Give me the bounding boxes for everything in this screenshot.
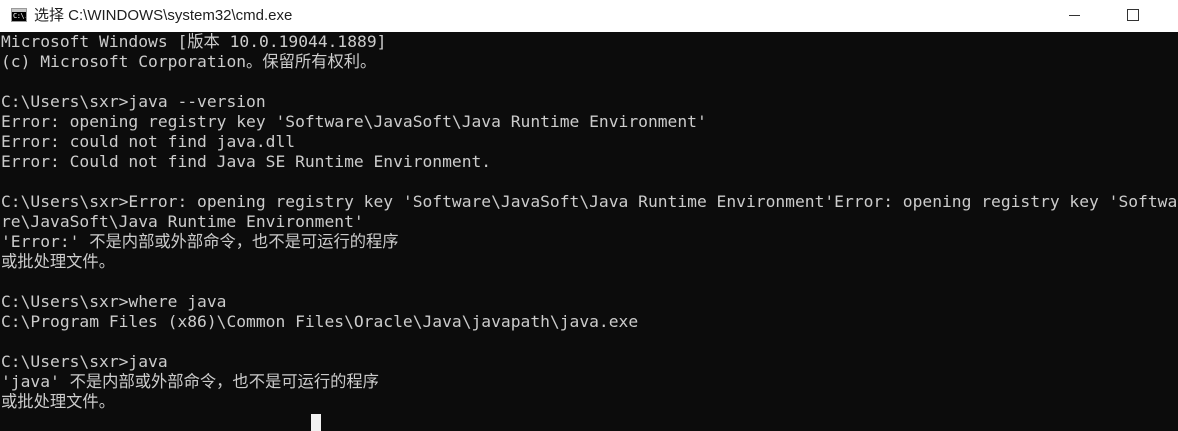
console-line: C:\Users\sxr>java --version (1, 92, 266, 111)
console-line: Error: opening registry key 'Software\Ja… (1, 112, 707, 131)
text-cursor (311, 414, 321, 431)
console-line: C:\Users\sxr>Error: opening registry key… (1, 192, 1178, 211)
cmd-app-icon-label: C:\. (13, 12, 27, 20)
cmd-app-icon[interactable]: C:\. (11, 8, 27, 22)
window-title: 选择 C:\WINDOWS\system32\cmd.exe (34, 7, 293, 24)
console-line: 'java' 不是内部或外部命令，也不是可运行的程序 (1, 372, 379, 391)
console-line: Error: could not find java.dll (1, 132, 296, 151)
console-line: Error: Could not find Java SE Runtime En… (1, 152, 492, 171)
cmd-window: C:\. 选择 C:\WINDOWS\system32\cmd.exe Micr… (0, 0, 1178, 431)
console-line: 'Error:' 不是内部或外部命令，也不是可运行的程序 (1, 232, 399, 251)
console-line: C:\Users\sxr>where java (1, 292, 227, 311)
maximize-icon (1127, 9, 1139, 21)
title-bar[interactable]: C:\. 选择 C:\WINDOWS\system32\cmd.exe (0, 0, 1178, 32)
console-output[interactable]: Microsoft Windows [版本 10.0.19044.1889] (… (0, 32, 1178, 431)
minimize-button[interactable] (1046, 0, 1106, 32)
minimize-icon (1069, 15, 1080, 16)
console-line: Microsoft Windows [版本 10.0.19044.1889] (1, 32, 387, 51)
console-line: C:\Users\sxr>java (1, 352, 168, 371)
console-line: re\JavaSoft\Java Runtime Environment' (1, 212, 364, 231)
console-line: 或批处理文件。 (1, 392, 115, 411)
console-line: 或批处理文件。 (1, 252, 115, 271)
console-line: (c) Microsoft Corporation。保留所有权利。 (1, 52, 377, 71)
console-line: C:\Program Files (x86)\Common Files\Orac… (1, 312, 639, 331)
maximize-button[interactable] (1104, 0, 1164, 32)
